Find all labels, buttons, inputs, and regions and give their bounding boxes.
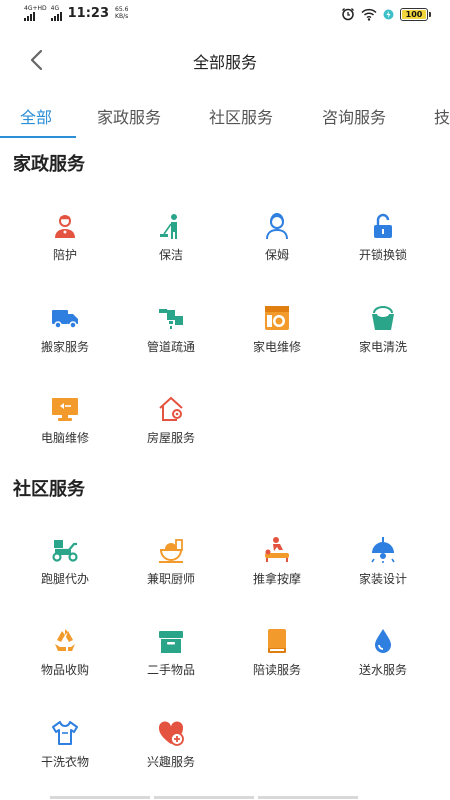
service-item[interactable]: 管道疏通 xyxy=(119,304,223,355)
section-title-housekeeping: 家政服务 xyxy=(13,154,85,175)
service-label: 保姆 xyxy=(264,248,289,262)
service-item[interactable]: 家装设计 xyxy=(331,536,435,587)
water-drop-icon xyxy=(375,629,391,653)
service-label: 推拿按摩 xyxy=(252,572,301,586)
tab-community[interactable]: 社区服务 xyxy=(209,104,273,128)
service-label: 陪读服务 xyxy=(252,663,301,677)
category-tabs: 全部 家政服务 社区服务 咨询服务 技 xyxy=(0,96,450,138)
service-item[interactable]: 二手物品 xyxy=(119,627,223,678)
service-item[interactable]: 陪护 xyxy=(13,212,117,263)
chef-icon xyxy=(159,539,183,563)
status-right: 100 xyxy=(341,7,431,21)
service-label: 物品收购 xyxy=(40,663,89,677)
battery-level: 100 xyxy=(402,9,426,19)
service-label: 管道疏通 xyxy=(146,340,195,354)
battery-icon: 100 xyxy=(400,7,431,21)
service-item[interactable]: 保姆 xyxy=(225,212,329,263)
lamp-icon xyxy=(371,537,395,563)
service-label: 兼职厨师 xyxy=(146,572,195,586)
truck-icon xyxy=(52,310,78,329)
service-label: 陪护 xyxy=(52,248,77,262)
service-item[interactable]: 家电维修 xyxy=(225,304,329,355)
sim2-signal: 4G xyxy=(50,5,62,21)
service-label: 干洗衣物 xyxy=(40,755,89,769)
service-item[interactable]: 兼职厨师 xyxy=(119,536,223,587)
bottom-nav-strip xyxy=(50,796,358,800)
service-label: 搬家服务 xyxy=(40,340,89,354)
lock-icon xyxy=(374,213,392,238)
heart-plus-icon xyxy=(158,721,184,746)
tab-housekeeping[interactable]: 家政服务 xyxy=(97,104,161,128)
service-label: 家电维修 xyxy=(252,340,301,354)
sim1-label: 4G+HD xyxy=(24,5,47,12)
service-item[interactable]: 家电清洗 xyxy=(331,304,435,355)
washer-icon xyxy=(265,306,289,330)
net-speed-unit: KB/s xyxy=(115,13,129,20)
tab-indicator xyxy=(0,136,76,138)
service-label: 家电清洗 xyxy=(358,340,407,354)
alarm-icon xyxy=(342,8,354,21)
service-label: 兴趣服务 xyxy=(146,755,195,769)
service-label: 电脑维修 xyxy=(40,431,89,445)
nurse-icon xyxy=(55,215,75,238)
net-speed: 65.6 KB/s xyxy=(115,6,128,20)
service-item[interactable]: 房屋服务 xyxy=(119,395,223,446)
sim1-signal: 4G+HD xyxy=(24,5,47,21)
service-item[interactable]: 推拿按摩 xyxy=(225,536,329,587)
sim2-label: 4G xyxy=(50,5,60,12)
page-title: 全部服务 xyxy=(192,53,257,72)
service-item[interactable]: 电脑维修 xyxy=(13,395,117,446)
service-label: 保洁 xyxy=(158,248,183,262)
box-icon xyxy=(159,631,183,653)
service-label: 送水服务 xyxy=(358,663,407,677)
service-label: 二手物品 xyxy=(146,663,195,677)
massage-icon xyxy=(265,537,289,562)
signal-icon xyxy=(50,12,62,21)
service-item[interactable]: 开锁换锁 xyxy=(331,212,435,263)
service-item[interactable]: 跑腿代办 xyxy=(13,536,117,587)
section-title-community: 社区服务 xyxy=(13,479,85,500)
signal-icon xyxy=(24,12,35,21)
pipe-icon xyxy=(159,309,183,329)
cleaner-icon xyxy=(160,214,177,239)
service-item[interactable]: 送水服务 xyxy=(331,627,435,678)
header: 全部服务 xyxy=(0,38,450,82)
book-icon xyxy=(268,629,286,653)
service-item[interactable]: 干洗衣物 xyxy=(13,719,117,770)
tab-consulting[interactable]: 咨询服务 xyxy=(322,104,386,128)
status-bar: 4G+HD 4G 11:23 65.6 KB/s 100 xyxy=(0,0,450,30)
service-item[interactable]: 陪读服务 xyxy=(225,627,329,678)
house-gear-icon xyxy=(159,396,183,421)
service-label: 跑腿代办 xyxy=(40,572,89,586)
net-speed-value: 65.6 xyxy=(115,6,129,13)
service-label: 房屋服务 xyxy=(146,431,195,445)
tshirt-icon xyxy=(52,721,78,745)
charging-icon xyxy=(383,9,394,19)
bucket-icon xyxy=(372,306,394,330)
service-item[interactable]: 兴趣服务 xyxy=(119,719,223,770)
nanny-icon xyxy=(266,212,288,240)
service-item[interactable]: 物品收购 xyxy=(13,627,117,678)
service-label: 开锁换锁 xyxy=(358,248,407,262)
status-left: 4G+HD 4G 11:23 65.6 KB/s xyxy=(24,5,128,21)
tab-tech[interactable]: 技 xyxy=(434,104,450,128)
scooter-icon xyxy=(52,540,78,562)
wifi-icon xyxy=(361,8,377,21)
tab-all[interactable]: 全部 xyxy=(20,104,52,128)
monitor-icon xyxy=(52,398,78,421)
service-label: 家装设计 xyxy=(358,572,407,586)
clock: 11:23 xyxy=(67,5,110,21)
service-item[interactable]: 搬家服务 xyxy=(13,304,117,355)
recycle-icon xyxy=(55,629,75,651)
service-item[interactable]: 保洁 xyxy=(119,212,223,263)
